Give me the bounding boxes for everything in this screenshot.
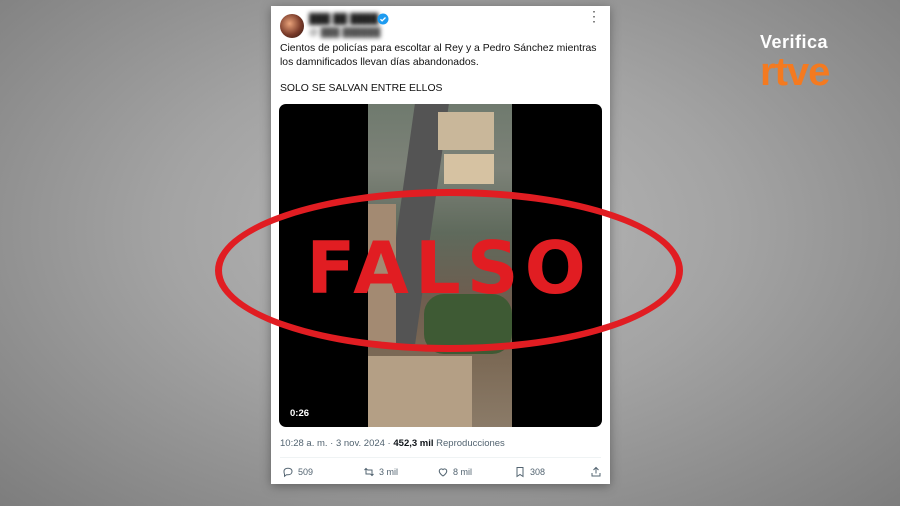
falso-stamp-text: FALSO — [306, 226, 592, 310]
like-button[interactable]: 8 mil — [437, 466, 472, 478]
retweet-button[interactable]: 3 mil — [363, 466, 398, 478]
bookmark-button[interactable]: 308 — [514, 466, 545, 478]
reply-button[interactable]: 509 — [282, 466, 313, 478]
building-roof — [438, 112, 494, 150]
bookmark-count: 308 — [530, 467, 546, 477]
author-handle[interactable]: @ ███ ██████ — [309, 27, 381, 37]
divider — [280, 457, 601, 458]
more-options-icon[interactable]: ⋮ — [587, 8, 602, 25]
avatar[interactable] — [280, 14, 304, 38]
views-count: 452,3 mil — [393, 438, 434, 449]
tweet-text-main: Cientos de policías para escoltar al Rey… — [280, 43, 597, 68]
video-duration: 0:26 — [290, 408, 310, 419]
tweet-meta: 10:28 a. m. · 3 nov. 2024 · 452,3 mil Re… — [280, 438, 505, 449]
share-button[interactable] — [590, 466, 602, 478]
action-bar: 509 3 mil 8 mil 308 — [280, 466, 601, 480]
like-count: 8 mil — [453, 467, 473, 477]
building-roof — [368, 356, 472, 427]
author-name[interactable]: ███ ██ ████ — [309, 14, 378, 25]
heart-icon — [438, 468, 448, 477]
building-roof — [444, 154, 494, 184]
reply-icon — [283, 467, 293, 478]
retweet-icon — [364, 467, 374, 477]
brand-rtve: rtve — [760, 50, 830, 94]
bookmark-icon — [516, 467, 524, 478]
share-icon — [591, 466, 601, 477]
reply-count: 509 — [298, 467, 314, 477]
timestamp[interactable]: 10:28 a. m. · 3 nov. 2024 · — [280, 438, 391, 449]
tweet-text-secondary: SOLO SE SALVAN ENTRE ELLOS — [280, 83, 443, 94]
tweet-text: Cientos de policías para escoltar al Rey… — [280, 42, 602, 96]
rtve-verifica-logo: Verifica rtve — [760, 32, 880, 93]
views-label: Reproducciones — [436, 438, 505, 449]
retweet-count: 3 mil — [379, 467, 399, 477]
verified-badge-icon — [377, 13, 389, 25]
